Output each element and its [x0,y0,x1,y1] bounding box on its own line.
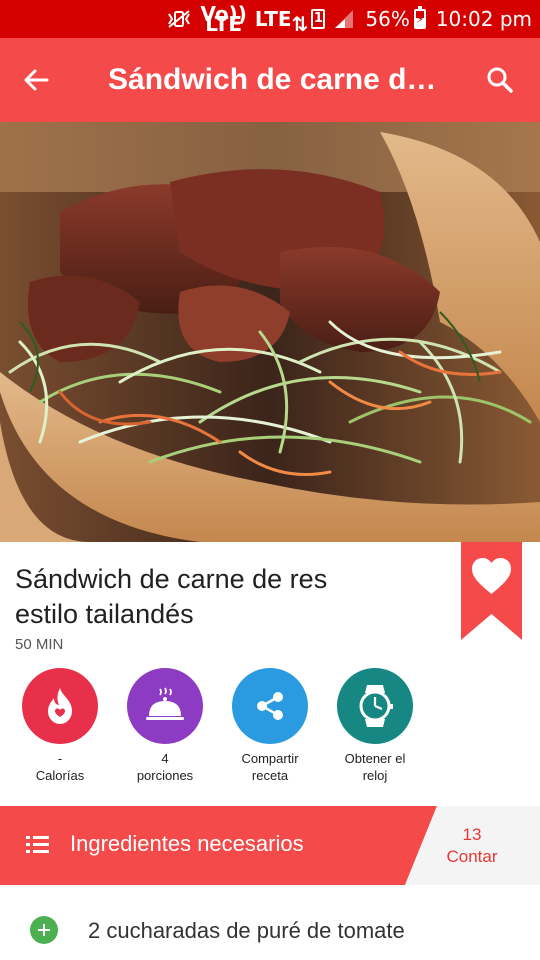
calories-value: - [57,751,63,766]
calories-label: Calorías [35,768,85,783]
ingredients-header: Ingredientes necesarios 13 Contar [0,806,540,885]
sim-icon: 1 [311,9,326,29]
add-icon[interactable] [30,916,58,944]
recipe-title-line2: estilo tailandés [15,599,194,629]
share-icon [257,692,283,720]
vibrate-mute-icon [166,9,192,29]
app-bar-title: Sándwich de carne de res estilo tailandé… [108,63,460,96]
watch-label-line1: Obtener el [344,751,406,766]
servings-value: 4 [161,751,169,766]
recipe-title: Sándwich de carne de res estilo tailandé… [15,562,435,632]
status-time: 10:02 pm [435,7,532,31]
recipe-actions: - Calorías 4 porciones Compartir receta [0,668,540,798]
share-label-line2: receta [251,768,289,783]
calories-circle [22,668,98,744]
share-circle [232,668,308,744]
share-recipe-action[interactable]: Compartir receta [220,668,320,784]
watch-icon [359,685,393,727]
volte-icon: Vo)) LTE [200,2,247,36]
recipe-title-section: Sándwich de carne de res estilo tailandé… [0,542,540,662]
calories-action[interactable]: - Calorías [10,668,110,784]
search-icon [487,67,513,93]
recipe-hero-image [0,122,540,542]
share-label-line1: Compartir [241,751,299,766]
servings-label: porciones [136,768,194,783]
list-icon [26,836,49,853]
servings-circle [127,668,203,744]
recipe-title-line1: Sándwich de carne de res [15,564,328,594]
ingredient-list-item: 2 cucharadas de puré de tomate [0,905,540,960]
signal-icon [333,9,355,29]
app-bar: Sándwich de carne de res estilo tailandé… [0,38,540,122]
back-button[interactable] [0,38,72,122]
watch-label-line2: reloj [362,768,388,783]
lte-icon: LTE ⇅ [254,7,309,36]
ingredients-count: 13 Contar [418,824,526,868]
get-watch-action[interactable]: Obtener el reloj [325,668,425,784]
ingredients-count-value: 13 [462,825,482,844]
ingredients-count-label: Contar [446,847,498,866]
watch-circle [337,668,413,744]
recipe-time: 50 MIN [15,636,64,653]
back-arrow-icon [24,69,49,91]
flame-icon [48,688,72,724]
status-bar: Vo)) LTE LTE ⇅ 1 56% ⚡ 10:02 pm [0,0,540,38]
battery-percent: 56% [365,7,410,31]
favorite-button[interactable] [461,542,522,640]
ingredient-text: 2 cucharadas de puré de tomate [88,918,405,943]
ingredients-header-label: Ingredientes necesarios [70,831,304,856]
search-button[interactable] [460,38,540,122]
cloche-icon [146,687,184,720]
servings-action[interactable]: 4 porciones [115,668,215,784]
battery-icon: ⚡ [413,6,426,29]
